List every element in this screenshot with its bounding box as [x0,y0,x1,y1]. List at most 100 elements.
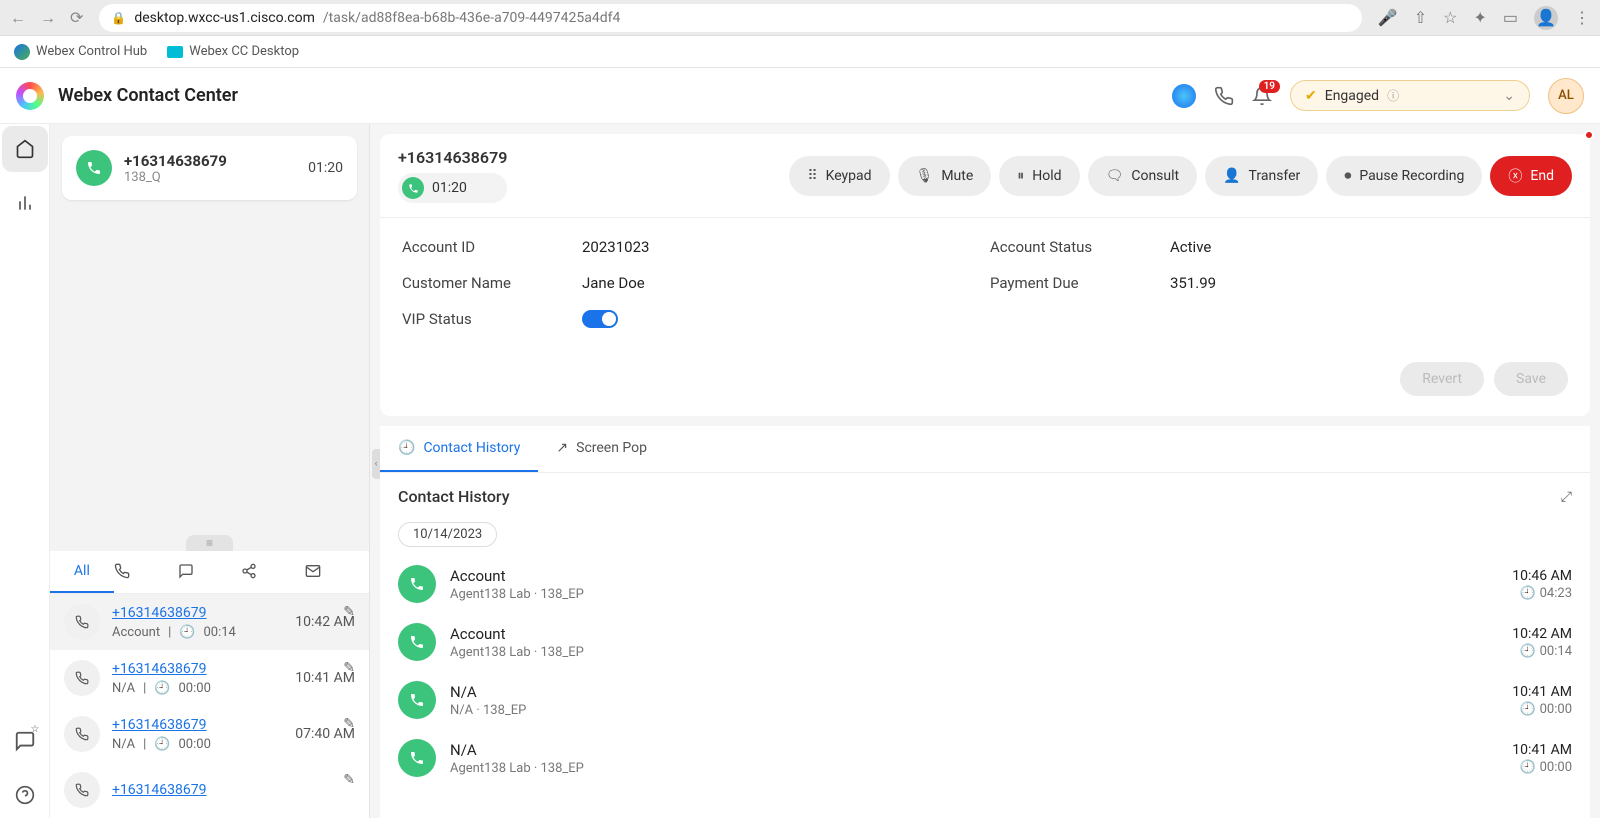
panel-actions: Revert Save [402,362,1568,396]
user-avatar[interactable]: AL [1548,78,1584,114]
reload-icon[interactable]: ⟳ [70,8,83,28]
back-icon[interactable]: ← [10,8,26,28]
bookmark-webex-control-hub[interactable]: Webex Control Hub [14,44,147,60]
label-customer-name: Customer Name [402,274,572,292]
clock-icon: 🕘 [154,737,170,752]
filter-tab-all[interactable]: All [50,551,114,593]
notifications-icon[interactable]: 19 [1252,86,1272,106]
pause-recording-button[interactable]: ⏺Pause Recording [1326,156,1482,196]
entry-right: 10:41 AM 🕘00:00 [1512,684,1572,717]
close-icon: ⓧ [1508,166,1522,186]
list-item[interactable]: +16314638679 N/A | 🕘 00:00 07:40 AM ✎ [50,706,369,762]
nav-feedback[interactable]: ☆ [2,718,48,764]
section-header: Contact History ⤢ [398,487,1572,506]
wrap-label: Account [112,625,160,640]
clock-icon: 🕘 [179,625,195,640]
profile-avatar-icon[interactable]: 👤 [1534,6,1558,30]
active-task-card[interactable]: +16314638679 138_Q 01:20 [62,136,357,200]
transfer-button[interactable]: 👤Transfer [1205,156,1318,196]
list-item[interactable]: +16314638679 ✎ [50,762,369,818]
hold-button[interactable]: ⏸Hold [999,156,1079,196]
clock-icon: 🕘 [1519,702,1535,717]
panel-icon[interactable]: ▭ [1503,8,1518,27]
tab-contact-history[interactable]: 🕘 Contact History [380,426,538,472]
task-number: +16314638679 [124,152,296,170]
transfer-icon: 👤 [1223,168,1240,184]
phone-icon [398,739,436,777]
end-call-button[interactable]: ⓧEnd [1490,156,1572,196]
entry-info: N/A Agent138 Lab · 138_EP [450,741,1498,776]
history-entry[interactable]: N/A Agent138 Lab · 138_EP 10:41 AM 🕘00:0… [398,729,1572,787]
expand-icon[interactable]: ⤢ [1561,489,1572,505]
clock-icon: 🕘 [1519,760,1535,775]
notification-badge: 19 [1259,80,1280,93]
panel-drag-handle[interactable]: ≡ [186,535,233,551]
filter-tab-chat[interactable] [178,551,242,593]
contact-number-link[interactable]: +16314638679 [112,717,283,733]
star-icon[interactable]: ☆ [1443,8,1457,27]
entry-right: 10:41 AM 🕘00:00 [1512,742,1572,775]
call-number: +16314638679 [398,148,507,167]
contact-number-link[interactable]: +16314638679 [112,661,283,677]
filter-tab-social[interactable] [241,551,305,593]
mic-icon[interactable]: 🎤 [1378,8,1398,27]
call-timer: 01:20 [432,180,467,196]
phone-icon [76,150,112,186]
phone-icon [402,177,424,199]
entry-title: N/A [450,741,1498,759]
mute-button[interactable]: 🎙Mute [898,156,992,196]
edit-icon[interactable]: ✎ [343,660,355,676]
edit-icon[interactable]: ✎ [343,716,355,732]
collapse-handle[interactable]: ‹ [372,449,380,479]
call-timer-pill: 01:20 [398,173,507,203]
bookmark-label: Webex CC Desktop [189,44,299,59]
app-header: Webex Contact Center 19 ✔ Engaged ⓘ ⌄ AL [0,68,1600,124]
list-item-info: +16314638679 N/A | 🕘 00:00 [112,661,283,696]
history-filter-tabs: All [50,551,369,594]
contact-number-link[interactable]: +16314638679 [112,782,355,798]
nav-home[interactable] [2,126,48,172]
revert-button[interactable]: Revert [1400,362,1484,396]
consult-button[interactable]: 🗨Consult [1088,156,1198,196]
contact-number-link[interactable]: +16314638679 [112,605,283,621]
softphone-icon[interactable] [1214,86,1234,106]
edit-icon[interactable]: ✎ [343,604,355,620]
record-icon: ⏺ [1344,168,1351,184]
vip-toggle[interactable] [582,310,618,328]
history-entry[interactable]: Account Agent138 Lab · 138_EP 10:42 AM 🕘… [398,613,1572,671]
star-icon: ☆ [31,724,40,735]
kebab-icon[interactable]: ⋮ [1574,8,1590,27]
bookmark-webex-cc-desktop[interactable]: Webex CC Desktop [167,44,299,59]
customer-fields: Account ID 20231023 Account Status Activ… [402,238,1568,332]
filter-tab-voice[interactable] [114,551,178,593]
edit-icon[interactable]: ✎ [343,772,355,788]
value-payment-due: 351.99 [1170,274,1568,292]
label-account-id: Account ID [402,238,572,256]
recording-indicator-icon [1584,130,1594,140]
call-buttons: ⠿Keypad 🎙Mute ⏸Hold 🗨Consult 👤Transfer ⏺… [789,156,1572,196]
value-customer-name: Jane Doe [582,274,980,292]
history-entry[interactable]: Account Agent138 Lab · 138_EP 10:46 AM 🕘… [398,555,1572,613]
keypad-button[interactable]: ⠿Keypad [789,156,889,196]
browser-toolbar: ← → ⟳ 🔒 desktop.wxcc-us1.cisco.com/task/… [0,0,1600,36]
tab-screen-pop[interactable]: ↗ Screen Pop [538,426,665,472]
entry-time: 10:46 AM [1512,568,1572,584]
share-icon[interactable]: ⇧ [1414,8,1427,27]
url-bar[interactable]: 🔒 desktop.wxcc-us1.cisco.com/task/ad88f8… [99,4,1361,32]
value-account-id: 20231023 [582,238,980,256]
forward-icon[interactable]: → [40,8,56,28]
extension-icon[interactable]: ✦ [1473,8,1486,27]
app-logo-icon [16,82,44,110]
filter-tab-email[interactable] [305,551,369,593]
history-entry[interactable]: N/A N/A · 138_EP 10:41 AM 🕘00:00 [398,671,1572,729]
label-vip-status: VIP Status [402,310,572,332]
entry-duration: 04:23 [1540,586,1572,601]
list-item-info: +16314638679 [112,782,355,798]
save-button[interactable]: Save [1494,362,1568,396]
list-item[interactable]: +16314638679 N/A | 🕘 00:00 10:41 AM ✎ [50,650,369,706]
agent-status-selector[interactable]: ✔ Engaged ⓘ ⌄ [1290,80,1530,111]
nav-help[interactable] [2,772,48,818]
webex-icon[interactable] [1172,84,1196,108]
list-item[interactable]: +16314638679 Account | 🕘 00:14 10:42 AM … [50,594,369,650]
nav-analytics[interactable] [2,180,48,226]
